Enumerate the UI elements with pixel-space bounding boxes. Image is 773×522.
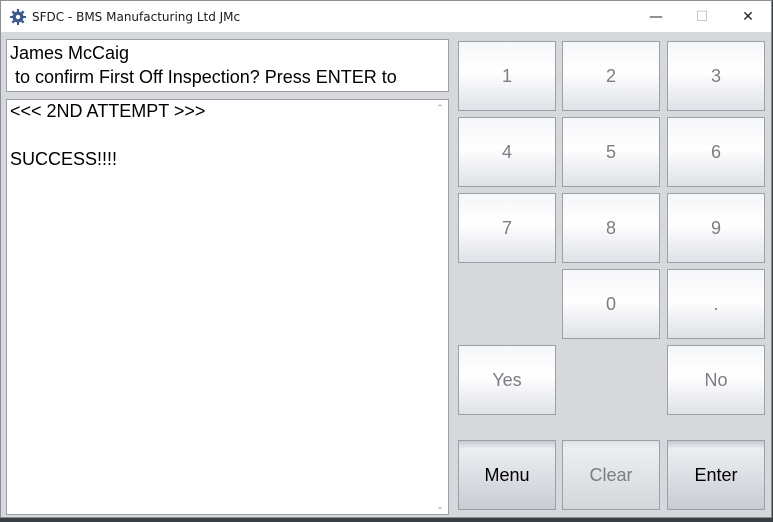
key-4[interactable]: 4: [458, 117, 556, 187]
key-1[interactable]: 1: [458, 41, 556, 111]
scroll-down-icon[interactable]: ⌄: [432, 498, 448, 514]
clear-button[interactable]: Clear: [562, 440, 660, 510]
key-5[interactable]: 5: [562, 117, 660, 187]
yes-button[interactable]: Yes: [458, 345, 556, 415]
operator-name: James McCaig: [10, 43, 130, 63]
scroll-up-icon[interactable]: ⌃: [432, 100, 448, 116]
message-scrollbar[interactable]: ⌃ ⌄: [432, 100, 448, 514]
key-9[interactable]: 9: [667, 193, 765, 263]
title-bar: SFDC - BMS Manufacturing Ltd JMc — ☐ ✕: [1, 1, 771, 32]
message-log: <<< 2ND ATTEMPT >>> SUCCESS!!!! ⌃ ⌄: [6, 99, 449, 515]
key-dot[interactable]: .: [667, 269, 765, 339]
gear-app-icon: [10, 9, 26, 25]
operator-prompt-box: James McCaig to confirm First Off Inspec…: [6, 39, 449, 92]
enter-button[interactable]: Enter: [667, 440, 765, 510]
minimize-button[interactable]: —: [633, 1, 679, 32]
close-button[interactable]: ✕: [725, 1, 771, 32]
maximize-button[interactable]: ☐: [679, 1, 725, 32]
message-line-1: <<< 2ND ATTEMPT >>>: [10, 101, 206, 121]
app-window: SFDC - BMS Manufacturing Ltd JMc — ☐ ✕ J…: [0, 0, 772, 518]
no-button[interactable]: No: [667, 345, 765, 415]
key-7[interactable]: 7: [458, 193, 556, 263]
message-line-3: SUCCESS!!!!: [10, 149, 118, 169]
window-title: SFDC - BMS Manufacturing Ltd JMc: [32, 10, 241, 24]
key-0[interactable]: 0: [562, 269, 660, 339]
prompt-text: to confirm First Off Inspection? Press E…: [10, 67, 397, 87]
menu-button[interactable]: Menu: [458, 440, 556, 510]
key-2[interactable]: 2: [562, 41, 660, 111]
key-8[interactable]: 8: [562, 193, 660, 263]
key-6[interactable]: 6: [667, 117, 765, 187]
key-3[interactable]: 3: [667, 41, 765, 111]
